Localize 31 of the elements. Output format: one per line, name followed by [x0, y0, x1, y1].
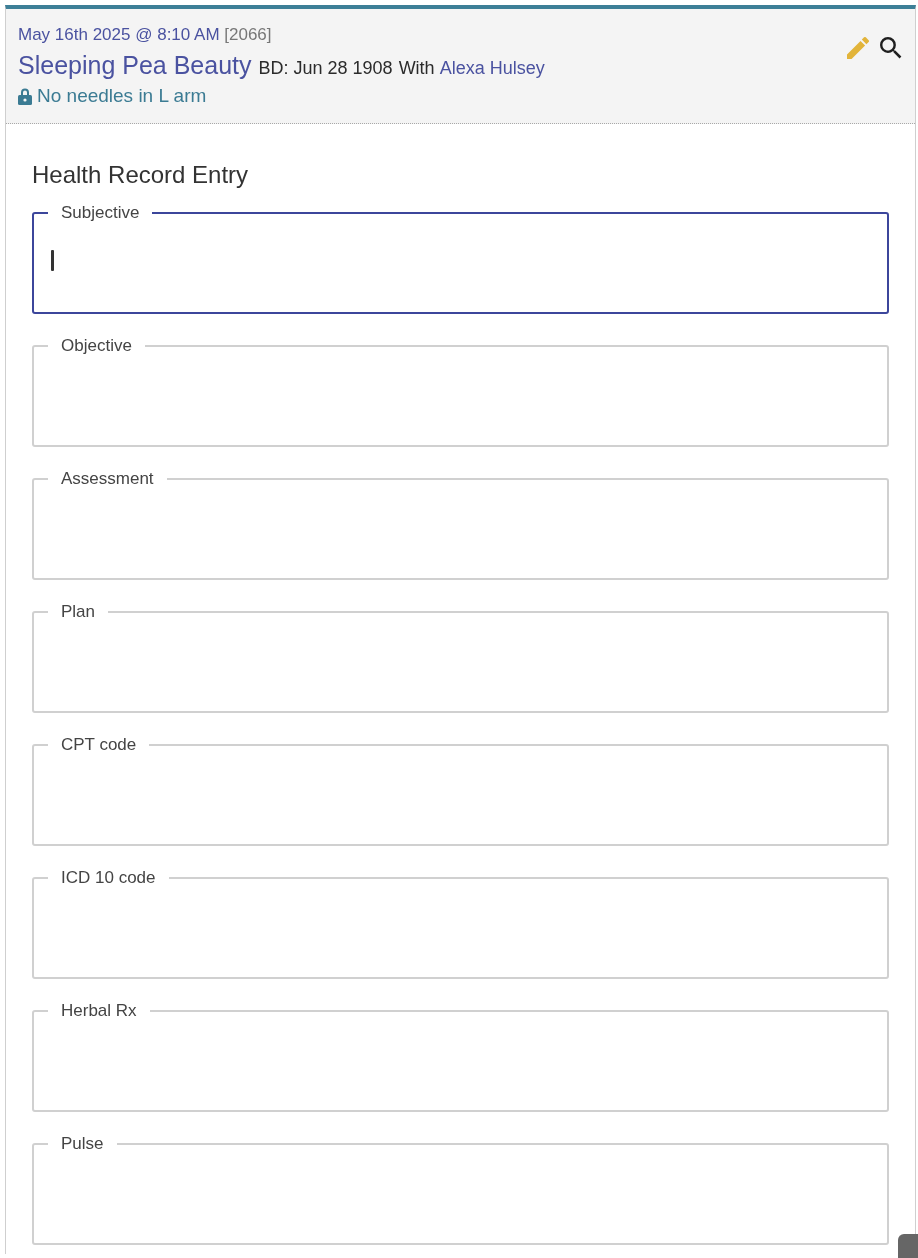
text-area-field[interactable]: Subjective [32, 203, 889, 314]
patient-name-link[interactable]: Sleeping Pea Beauty [18, 50, 252, 80]
text-area-field[interactable]: Herbal Rx [32, 1001, 889, 1112]
provider-link[interactable]: Alexa Hulsey [439, 53, 545, 83]
visit-datetime: May 16th 2025 @ 8:10 AM [18, 25, 220, 44]
search-icon [880, 37, 902, 59]
field-label: Plan [60, 602, 97, 622]
record-number: [2066] [224, 25, 272, 44]
field-label: Subjective [60, 203, 141, 223]
field-label: Herbal Rx [60, 1001, 138, 1021]
lock-icon [18, 87, 32, 105]
birthdate: BD: Jun 28 1908 [258, 57, 393, 80]
scrollbar-thumb[interactable] [898, 1234, 918, 1258]
text-area-field[interactable]: Objective [32, 336, 889, 447]
form-title: Health Record Entry [32, 160, 250, 190]
field-label: Objective [60, 336, 133, 356]
text-cursor-icon [51, 250, 54, 271]
alert-text: No needles in L arm [37, 84, 207, 108]
with-label: With [398, 57, 435, 80]
edit-button[interactable] [846, 36, 870, 60]
field-label: Pulse [60, 1134, 105, 1154]
field-label: CPT code [60, 735, 138, 755]
pencil-icon [847, 37, 869, 59]
text-area-field[interactable]: ICD 10 code [32, 868, 889, 979]
text-area-field[interactable]: Assessment [32, 469, 889, 580]
field-label: ICD 10 code [60, 868, 157, 888]
text-area-field[interactable]: CPT code [32, 735, 889, 846]
text-area-field[interactable]: Plan [32, 602, 889, 713]
field-label: Assessment [60, 469, 155, 489]
text-area-field[interactable]: Pulse [32, 1134, 889, 1245]
search-button[interactable] [879, 36, 903, 60]
